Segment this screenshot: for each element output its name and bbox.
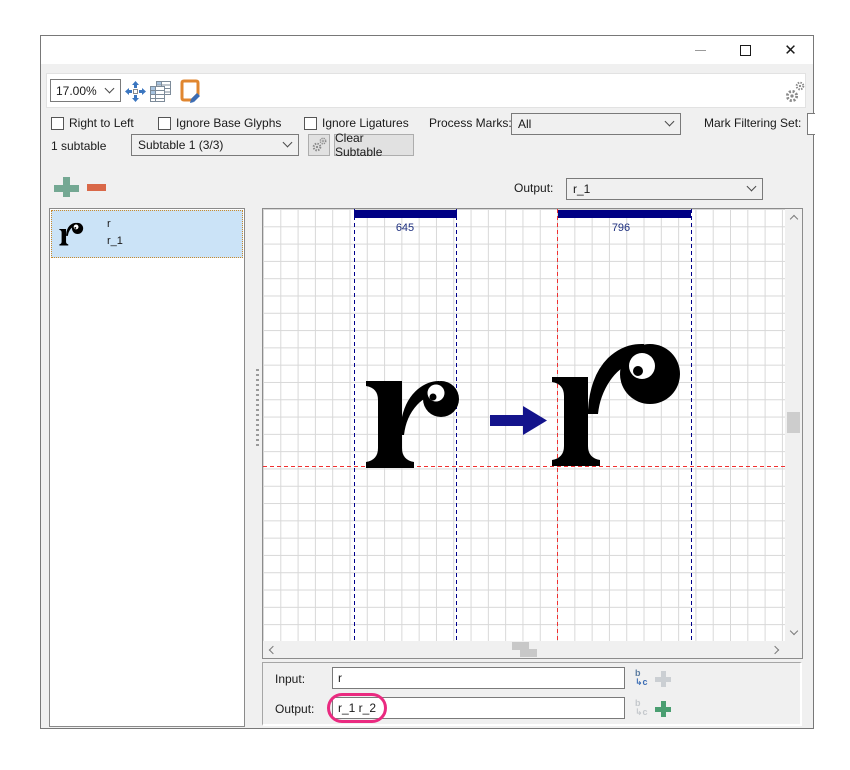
- ignore-ligatures-label: Ignore Ligatures: [322, 116, 409, 130]
- source-glyph-r: [358, 377, 462, 468]
- opentype-designer-window: ✕ 17.00%: [40, 35, 814, 729]
- remove-substitution-button[interactable]: [87, 184, 106, 191]
- edit-lookup-button[interactable]: [177, 80, 203, 103]
- lookup-output-label: Output:: [514, 181, 553, 195]
- plus-icon-bar: [63, 177, 70, 197]
- chevron-down-icon: [105, 83, 115, 93]
- subtable-count-label: 1 subtable: [51, 139, 106, 153]
- input-label: Input:: [275, 672, 305, 686]
- scroll-down-button[interactable]: [785, 624, 802, 641]
- right-to-left-label: Right to Left: [69, 116, 134, 130]
- output-label: Output:: [275, 702, 314, 716]
- chevron-right-icon: [771, 645, 779, 653]
- close-icon: ✕: [784, 41, 797, 59]
- chevron-down-icon: [665, 117, 675, 127]
- confirm-output-button[interactable]: [655, 701, 671, 717]
- arrow-to-c-icon: ↳c: [635, 678, 648, 687]
- glyph-thumbnail-r: [59, 219, 85, 249]
- scrollbar-corner: [785, 641, 802, 658]
- item-output-glyph-name: r_1: [107, 235, 123, 247]
- scroll-left-button[interactable]: [263, 641, 280, 658]
- result-glyph-r1: [550, 340, 690, 468]
- settings-button[interactable]: [784, 80, 806, 103]
- glyph-drawing-area[interactable]: 645 796: [263, 209, 785, 641]
- chevron-up-icon: [789, 215, 797, 223]
- minimize-button[interactable]: [678, 36, 723, 64]
- advance-width-value-source: 645: [369, 222, 441, 234]
- maximize-button[interactable]: [723, 36, 768, 64]
- toolbar: 17.00%: [46, 73, 806, 108]
- gears-icon: [312, 137, 327, 153]
- glyph-name-convert-button-output[interactable]: b ↳c: [632, 699, 654, 719]
- substitution-list-item-selected[interactable]: r r_1: [51, 210, 243, 258]
- right-to-left-checkbox[interactable]: [51, 117, 64, 130]
- baseline-guide: [263, 466, 785, 467]
- zoom-level-combobox[interactable]: 17.00%: [50, 79, 121, 102]
- glyph-name-convert-button-input[interactable]: b ↳c: [632, 669, 654, 689]
- mark-filtering-set-label: Mark Filtering Set:: [704, 116, 801, 130]
- process-marks-label: Process Marks:: [429, 116, 512, 130]
- vertical-scrollbar[interactable]: [785, 209, 802, 641]
- advance-width-bar-result: [558, 210, 691, 218]
- lookup-output-value: r_1: [573, 182, 590, 196]
- scroll-up-button[interactable]: [785, 209, 802, 226]
- mark-filtering-set-combobox[interactable]: [807, 113, 815, 135]
- horizontal-scroll-thumb-grip[interactable]: [520, 649, 537, 657]
- page-edit-icon: [177, 79, 203, 104]
- subtable-value: Subtable 1 (3/3): [138, 138, 223, 152]
- input-field[interactable]: r: [332, 667, 625, 689]
- process-marks-combobox[interactable]: All: [511, 113, 681, 135]
- maximize-icon: [740, 45, 751, 56]
- panel-splitter[interactable]: [256, 369, 259, 447]
- io-panel: Input: r b ↳c Output: r_1 r_2 b ↳c: [262, 662, 802, 726]
- fit-to-window-button[interactable]: [124, 80, 147, 103]
- substitution-list[interactable]: r r_1: [49, 208, 245, 727]
- annotation-highlight-ellipse: [327, 693, 387, 723]
- chevron-down-icon: [789, 627, 797, 635]
- horizontal-scrollbar[interactable]: [263, 641, 785, 658]
- close-button[interactable]: ✕: [768, 36, 813, 64]
- vertical-scroll-thumb[interactable]: [787, 412, 800, 433]
- arrow-to-c-icon: ↳c: [635, 708, 648, 717]
- process-marks-value: All: [518, 117, 531, 131]
- title-bar: ✕: [41, 36, 813, 64]
- add-substitution-button[interactable]: [54, 177, 79, 197]
- subtable-combobox[interactable]: Subtable 1 (3/3): [131, 134, 299, 156]
- substitution-arrow-icon: [490, 406, 547, 436]
- lookup-output-combobox[interactable]: r_1: [566, 178, 763, 200]
- glyph-canvas: 645 796: [262, 208, 803, 659]
- ignore-base-glyphs-label: Ignore Base Glyphs: [176, 116, 281, 130]
- zoom-level-value: 17.00%: [56, 84, 97, 98]
- gears-icon: [784, 80, 806, 104]
- scroll-right-button[interactable]: [768, 641, 785, 658]
- pan-arrows-icon: [124, 80, 147, 103]
- clear-subtable-button[interactable]: Clear Subtable: [334, 134, 414, 156]
- plus-icon-bar: [661, 701, 666, 717]
- advance-width-value-result: 796: [585, 222, 657, 234]
- chevron-left-icon: [269, 645, 277, 653]
- chevron-down-icon: [747, 182, 757, 192]
- confirm-input-button-disabled: [655, 671, 671, 687]
- class-manager-button[interactable]: [149, 80, 172, 103]
- chevron-down-icon: [283, 138, 293, 148]
- input-value: r: [338, 671, 342, 685]
- plus-icon-bar: [661, 671, 666, 687]
- minimize-icon: [695, 50, 706, 51]
- advance-width-bar-source: [354, 210, 457, 218]
- ignore-base-glyphs-checkbox[interactable]: [158, 117, 171, 130]
- item-input-glyph-name: r: [107, 218, 111, 230]
- tables-icon: [149, 80, 172, 103]
- ignore-ligatures-checkbox[interactable]: [304, 117, 317, 130]
- subtable-settings-button[interactable]: [308, 134, 330, 156]
- guide-line-advance: [691, 209, 692, 641]
- guide-line-left-sidebearing: [354, 209, 355, 641]
